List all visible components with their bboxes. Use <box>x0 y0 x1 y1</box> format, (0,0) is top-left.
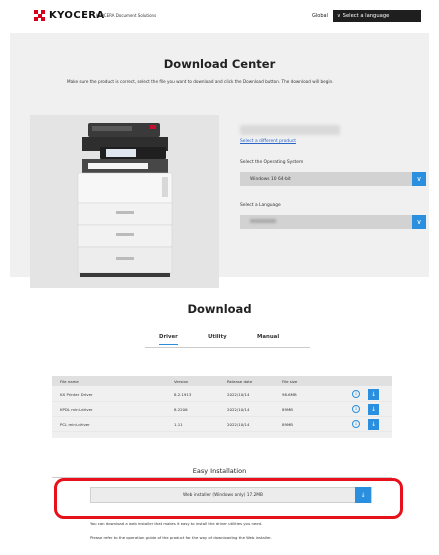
driver-table: File name Version Release date File size… <box>52 376 392 438</box>
file-version: 8.2206 <box>174 407 188 412</box>
select-language-label: Select a language <box>342 13 390 19</box>
product-image <box>30 115 219 288</box>
tab-driver[interactable]: Driver <box>159 334 178 345</box>
language-select-label: Select a Language <box>240 203 281 208</box>
info-icon[interactable]: i <box>352 420 360 428</box>
file-name: KPDL mini-driver <box>60 407 93 412</box>
download-icon[interactable]: ↓ <box>368 419 379 430</box>
file-version: 1.11 <box>174 422 183 427</box>
installer-note: You can download a web installer that ma… <box>90 521 263 526</box>
chevron-down-icon: ∨ <box>337 13 341 19</box>
chevron-down-icon: ∨ <box>412 215 426 229</box>
tab-utility[interactable]: Utility <box>208 334 227 340</box>
download-section-title: Download <box>187 302 252 316</box>
product-name-blurred <box>240 125 340 135</box>
os-selected-value: Windows 10 64-bit <box>250 176 291 182</box>
file-release-date: 2022/10/14 <box>227 392 250 397</box>
info-icon[interactable]: i <box>352 390 360 398</box>
download-tabs: Driver Utility Manual <box>145 334 310 348</box>
download-icon[interactable]: ↓ <box>355 487 371 503</box>
region-label[interactable]: Global <box>312 13 328 19</box>
kyocera-logo[interactable]: KYOCERA <box>34 10 105 21</box>
file-version: 8.2.1913 <box>174 392 192 397</box>
file-name: PCL mini-driver <box>60 422 90 427</box>
installer-guide-note: Please refer to the operation guide of t… <box>90 535 272 540</box>
info-icon[interactable]: i <box>352 405 360 413</box>
file-size: 89MB <box>282 407 293 412</box>
file-name: KX Printer Driver <box>60 392 93 397</box>
kyocera-mark-icon <box>34 10 45 21</box>
file-size: 98.6MB <box>282 392 297 397</box>
os-select[interactable]: Windows 10 64-bit ∨ <box>240 172 426 186</box>
download-center-panel: Download Center Make sure the product is… <box>10 33 429 288</box>
site-header: KYOCERA KYOCERA Document Solutions Globa… <box>0 0 439 30</box>
os-select-label: Select the Operating System <box>240 160 304 165</box>
easy-installation-title: Easy Installation <box>192 467 247 475</box>
chevron-down-icon: ∨ <box>412 172 426 186</box>
page-title: Download Center <box>163 57 276 71</box>
logo-subtitle: KYOCERA Document Solutions <box>96 13 157 18</box>
table-row: KPDL mini-driver 8.2206 2022/10/14 89MB … <box>52 403 392 417</box>
language-select[interactable]: ∨ <box>240 215 426 229</box>
column-header-file-size: File size <box>282 379 298 384</box>
select-different-product-link[interactable]: Select a different product <box>240 139 296 144</box>
file-release-date: 2022/10/14 <box>227 422 250 427</box>
table-row: KX Printer Driver 8.2.1913 2022/10/14 98… <box>52 388 392 402</box>
column-header-file-name: File name <box>60 379 79 384</box>
column-header-version: Version <box>174 379 189 384</box>
download-instructions: Make sure the product is correct, select… <box>67 79 334 84</box>
file-size: 89MB <box>282 422 293 427</box>
printer-illustration <box>30 115 219 288</box>
file-release-date: 2022/10/14 <box>227 407 250 412</box>
table-row: PCL mini-driver 1.11 2022/10/14 89MB i ↓ <box>52 418 392 432</box>
language-selected-value-blurred <box>240 219 412 225</box>
web-installer-label: Web installer (Windows only) 17.2MB <box>183 492 263 498</box>
select-language-button[interactable]: ∨ Select a language <box>333 10 421 22</box>
download-icon[interactable]: ↓ <box>368 389 379 400</box>
table-header: File name Version Release date File size <box>52 376 392 386</box>
web-installer-download[interactable]: Web installer (Windows only) 17.2MB ↓ <box>90 487 372 503</box>
tab-manual[interactable]: Manual <box>257 334 279 340</box>
column-header-release-date: Release date <box>227 379 253 384</box>
download-icon[interactable]: ↓ <box>368 404 379 415</box>
